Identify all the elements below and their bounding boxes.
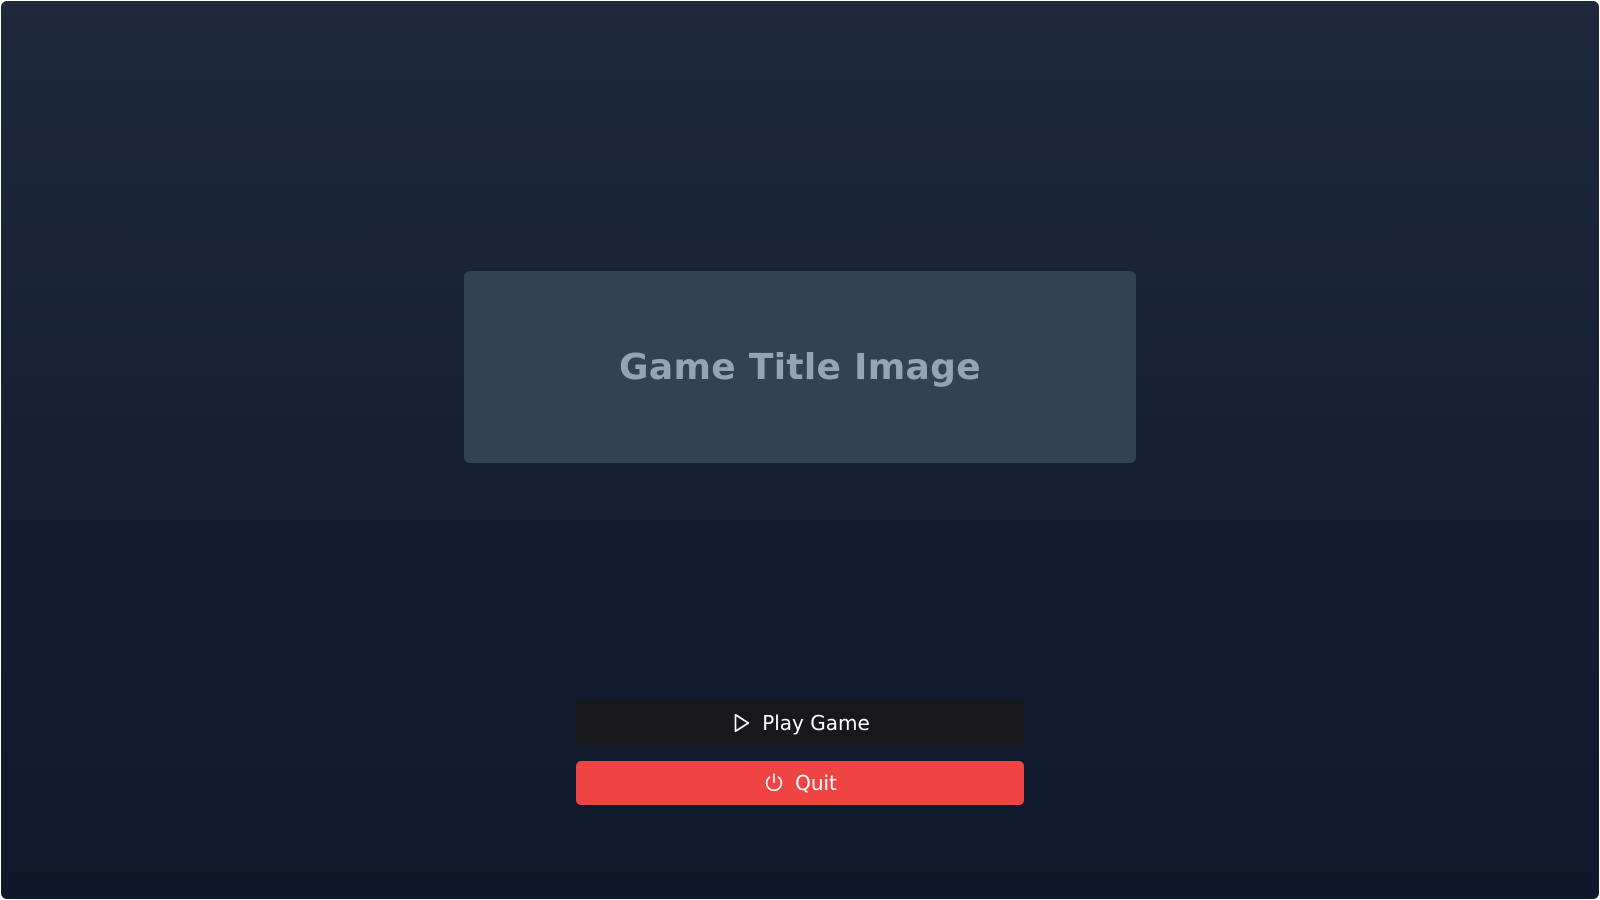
play-game-button[interactable]: Play Game — [576, 701, 1024, 745]
play-game-label: Play Game — [762, 711, 870, 735]
game-title-text: Game Title Image — [619, 346, 981, 388]
play-icon — [730, 712, 752, 734]
game-main-menu-screen: Game Title Image Play Game Quit — [1, 1, 1599, 899]
quit-button[interactable]: Quit — [576, 761, 1024, 805]
power-icon — [763, 772, 785, 794]
game-title-image: Game Title Image — [464, 271, 1136, 463]
quit-label: Quit — [795, 771, 837, 795]
